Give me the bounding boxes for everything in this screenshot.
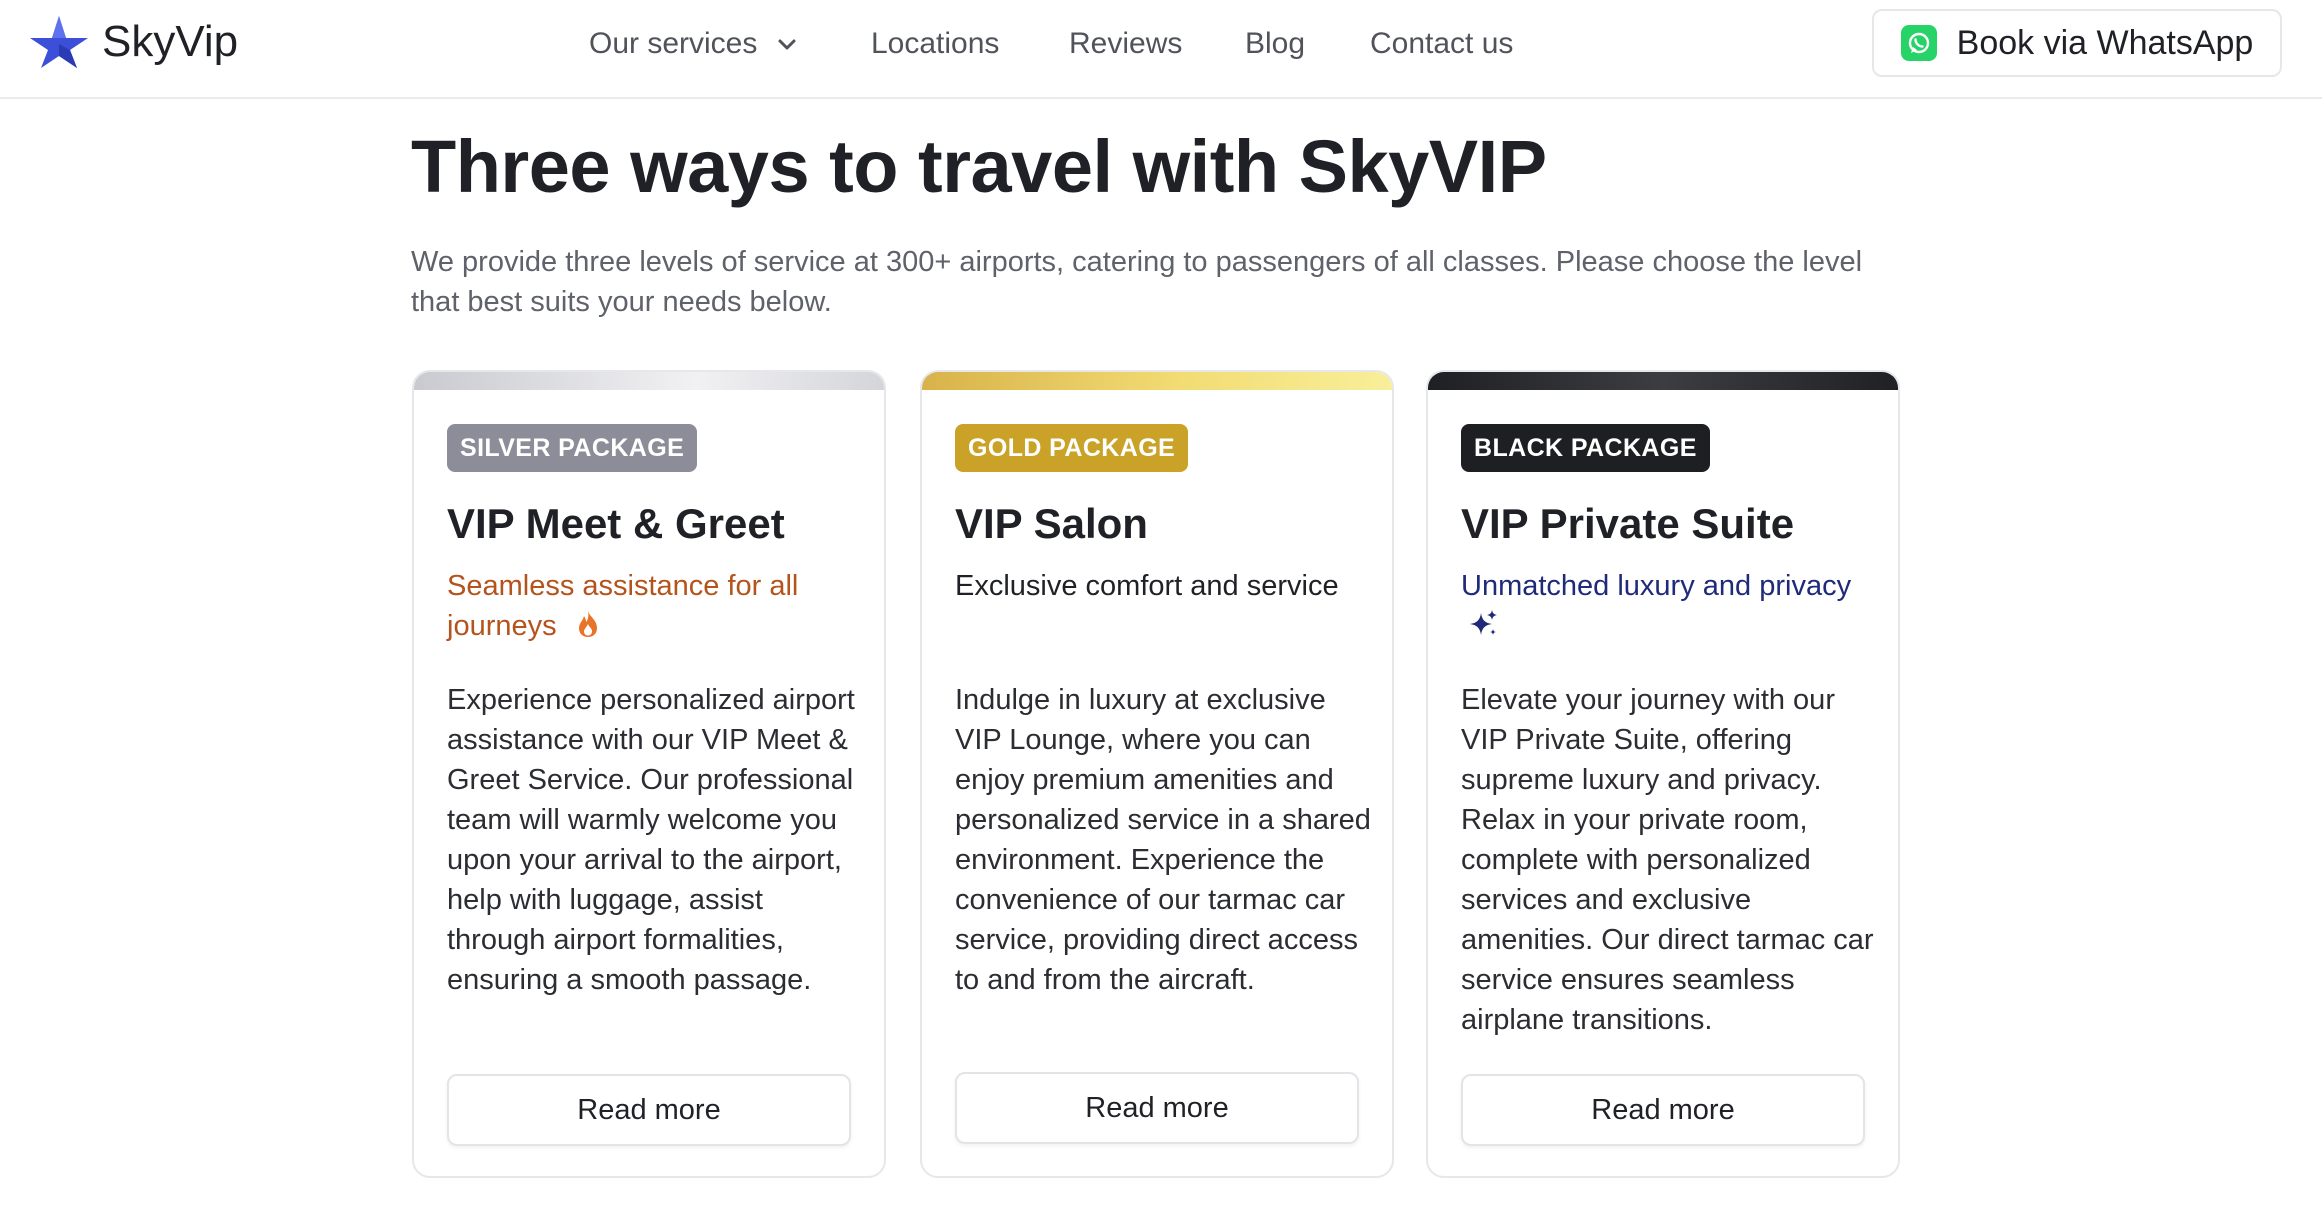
intro-text: We provide three levels of service at 30… [411,246,1863,318]
package-badge: GOLD PACKAGE [955,424,1189,472]
site-header: SkyVip Our services Locations Reviews Bl… [0,0,2322,99]
card-accent-bar [414,372,884,390]
nav-locations[interactable]: Locations [871,24,999,64]
fire-icon [578,611,597,637]
package-card-gold: GOLD PACKAGE VIP Salon Exclusive comfort… [920,370,1394,1178]
package-tagline: Exclusive comfort and service [955,570,1339,602]
package-description: Indulge in luxury at exclusive VIP Loung… [955,684,1371,996]
package-card-black: BLACK PACKAGE VIP Private Suite Unmatche… [1426,370,1900,1178]
read-more-button[interactable]: Read more [1461,1074,1865,1146]
book-via-whatsapp-button[interactable]: Book via WhatsApp [1872,9,2282,77]
card-accent-bar [1428,372,1898,390]
card-accent-bar [922,372,1392,390]
book-via-whatsapp-label: Book via WhatsApp [1956,23,2254,62]
package-title: VIP Salon [955,500,1148,547]
package-tagline-text: Unmatched luxury and privacy [1461,570,1852,602]
read-more-button[interactable]: Read more [447,1074,851,1146]
whatsapp-icon [1900,25,1937,61]
nav-our-services[interactable]: Our services [589,24,799,64]
brand-logo[interactable]: SkyVip [28,14,238,70]
package-description: Experience personalized airport assistan… [447,684,855,996]
brand-name: SkyVip [102,17,239,66]
read-more-button[interactable]: Read more [955,1072,1359,1144]
package-tagline: Seamless assistance for all journeys [447,566,847,646]
star-logo-icon [30,16,88,68]
package-title: VIP Meet & Greet [447,500,785,547]
sparkles-icon [1470,610,1497,635]
package-description: Elevate your journey with our VIP Privat… [1461,684,1874,1036]
package-badge: SILVER PACKAGE [447,424,698,472]
package-tagline-text: Seamless assistance for all journeys [447,570,799,642]
package-title: VIP Private Suite [1461,500,1795,547]
nav-contact-us[interactable]: Contact us [1370,24,1513,64]
package-card-silver: SILVER PACKAGE VIP Meet & Greet Seamless… [412,370,886,1178]
package-tagline: Unmatched luxury and privacy [1461,566,1861,646]
package-badge: BLACK PACKAGE [1461,424,1710,472]
page: SkyVip Our services Locations Reviews Bl… [0,0,2322,1206]
nav-blog[interactable]: Blog [1245,24,1305,64]
chevron-down-icon [778,39,796,50]
page-title: Three ways to travel with SkyVIP [411,125,1547,208]
nav-reviews[interactable]: Reviews [1069,24,1182,64]
nav-our-services-label: Our services [589,27,758,60]
